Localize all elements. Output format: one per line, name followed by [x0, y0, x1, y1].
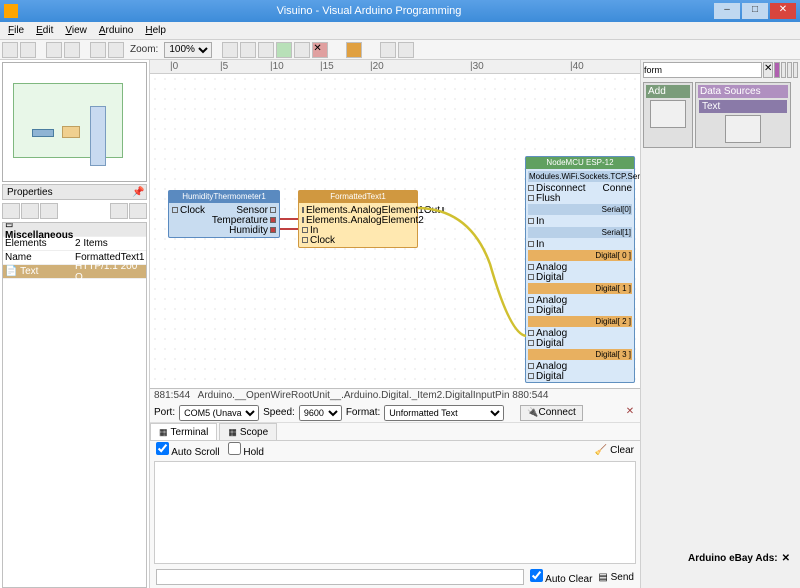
menu-view[interactable]: View	[59, 23, 93, 38]
block-nodemcu[interactable]: NodeMCU ESP-12 Modules.WiFi.Sockets.TCP.…	[525, 156, 635, 383]
ads-label: Arduino eBay Ads:✕	[688, 553, 790, 564]
status-bar: 881:544 Arduino.__OpenWireRootUnit__.Ard…	[150, 389, 640, 403]
block-humidity-thermometer[interactable]: HumidityThermometer1 ClockSensor Tempera…	[168, 190, 280, 238]
zoom-label: Zoom:	[126, 44, 162, 55]
component-palette: ✕ Add Data Sources Text	[640, 60, 800, 588]
prop-tool-icon[interactable]	[129, 203, 147, 219]
bottom-panel: 881:544 Arduino.__OpenWireRootUnit__.Ard…	[150, 388, 640, 588]
prop-tool-icon[interactable]	[2, 203, 20, 219]
tool-icon[interactable]	[294, 42, 310, 58]
tool-icon[interactable]	[46, 42, 62, 58]
zoom-in-icon[interactable]	[222, 42, 238, 58]
autoclear-checkbox[interactable]: Auto Clear	[530, 569, 592, 585]
palette-item-add[interactable]: Add	[643, 82, 693, 148]
palette-item-datasources[interactable]: Data Sources Text	[695, 82, 791, 148]
palette-search[interactable]	[643, 62, 762, 78]
maximize-button[interactable]: □	[742, 3, 768, 19]
properties-header: Properties 📌	[2, 184, 147, 200]
clear-button[interactable]: 🧹 Clear	[595, 445, 634, 456]
format-label: Format:	[346, 407, 380, 418]
prop-tool-icon[interactable]	[40, 203, 58, 219]
speed-select[interactable]: 9600	[299, 405, 342, 421]
port-label: Port:	[154, 407, 175, 418]
port-select[interactable]: COM5 (Unava	[179, 405, 259, 421]
titlebar: Visuino - Visual Arduino Programming – □…	[0, 0, 800, 22]
autoscroll-checkbox[interactable]: Auto Scroll	[156, 442, 220, 458]
tool-icon[interactable]	[108, 42, 124, 58]
tool-icon[interactable]	[90, 42, 106, 58]
zoom-out-icon[interactable]	[240, 42, 256, 58]
properties-title: Properties	[7, 187, 53, 198]
palette-tool-icon[interactable]	[787, 62, 792, 78]
delete-icon[interactable]: ✕	[312, 42, 328, 58]
minimize-button[interactable]: –	[714, 3, 740, 19]
tool-icon[interactable]	[346, 42, 362, 58]
zoom-fit-icon[interactable]	[258, 42, 274, 58]
zoom-select[interactable]: 100%	[164, 42, 212, 58]
menu-edit[interactable]: Edit	[30, 23, 59, 38]
overview-thumbnail[interactable]	[2, 62, 147, 182]
menu-help[interactable]: Help	[139, 23, 172, 38]
menu-arduino[interactable]: Arduino	[93, 23, 139, 38]
app-icon	[4, 4, 18, 18]
close-button[interactable]: ✕	[770, 3, 796, 19]
connect-button[interactable]: 🔌 Connect	[520, 405, 582, 421]
palette-tool-icon[interactable]	[781, 62, 786, 78]
tool-icon[interactable]	[380, 42, 396, 58]
tab-scope[interactable]: ▦ Scope	[219, 423, 277, 440]
menu-file[interactable]: File	[2, 23, 30, 38]
terminal-output[interactable]	[154, 461, 636, 564]
properties-tree[interactable]: ⊟ Miscellaneous Elements2 Items NameForm…	[2, 222, 147, 588]
ruler-horizontal: |0|5|10|15|20|30|40	[150, 60, 640, 74]
prop-tool-icon[interactable]	[21, 203, 39, 219]
search-clear-icon[interactable]: ✕	[763, 62, 773, 78]
palette-tool-icon[interactable]	[774, 62, 779, 78]
tool-icon[interactable]	[276, 42, 292, 58]
hold-checkbox[interactable]: Hold	[228, 442, 264, 458]
main-toolbar: Zoom: 100% ✕	[0, 40, 800, 60]
prop-tool-icon[interactable]	[110, 203, 128, 219]
window-title: Visuino - Visual Arduino Programming	[24, 5, 714, 17]
block-formatted-text[interactable]: FormattedText1 Elements.AnalogElement1Ou…	[298, 190, 418, 248]
pin-icon[interactable]: 📌	[132, 187, 142, 197]
palette-tool-icon[interactable]	[793, 62, 798, 78]
tool-icon[interactable]	[398, 42, 414, 58]
new-icon[interactable]	[2, 42, 18, 58]
format-select[interactable]: Unformatted Text	[384, 405, 504, 421]
send-button[interactable]: ▤ Send	[598, 572, 634, 583]
tool-icon[interactable]	[64, 42, 80, 58]
speed-label: Speed:	[263, 407, 295, 418]
panel-close-icon[interactable]: ✕	[624, 407, 636, 419]
properties-toolbar	[2, 202, 147, 220]
menubar: File Edit View Arduino Help	[0, 22, 800, 40]
design-canvas[interactable]: HumidityThermometer1 ClockSensor Tempera…	[150, 74, 640, 388]
open-icon[interactable]	[20, 42, 36, 58]
ads-close-icon[interactable]: ✕	[782, 553, 790, 564]
terminal-input[interactable]	[156, 569, 524, 585]
tab-terminal[interactable]: ▦ Terminal	[150, 423, 217, 440]
